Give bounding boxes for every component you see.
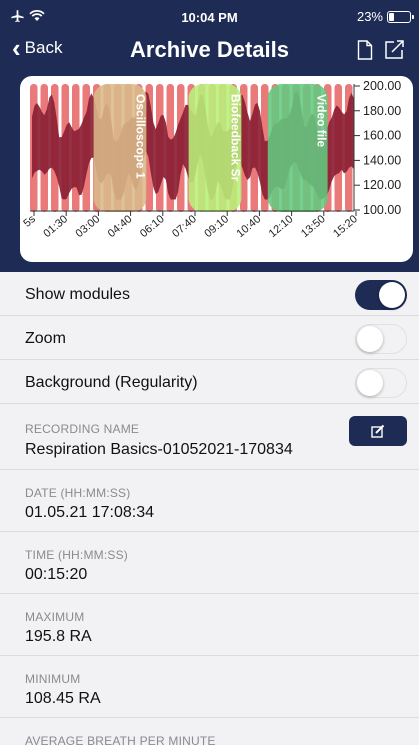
show-modules-row[interactable]: Show modules [0, 272, 419, 316]
toggle-knob [357, 370, 383, 396]
battery-icon [387, 10, 414, 23]
x-tick-label: 03:00 [74, 213, 103, 240]
maximum-caption: MAXIMUM [25, 610, 85, 624]
toggle-knob [379, 282, 405, 308]
y-tick-label: 160.00 [363, 129, 401, 143]
x-tick-label: 09:10 [202, 213, 231, 240]
minimum-value: 108.45 RA [25, 690, 101, 707]
document-icon[interactable] [357, 40, 373, 60]
x-tick-label: 01:30 [41, 213, 70, 240]
battery-fill [389, 12, 394, 21]
zoom-toggle[interactable] [355, 324, 407, 354]
edit-name-button[interactable] [349, 416, 407, 446]
date-value: 01.05.21 17:08:34 [25, 504, 155, 521]
header: 10:04 PM 23% ‹ Back Archive Details Osci… [0, 0, 419, 272]
background-row[interactable]: Background (Regularity) [0, 360, 419, 404]
y-tick-label: 140.00 [363, 153, 401, 167]
time-value: 00:15:20 [25, 566, 88, 583]
status-bar: 10:04 PM 23% [0, 0, 419, 34]
x-tick-label: 15:20 [331, 213, 360, 240]
avg-breath-field: AVERAGE BREATH PER MINUTE [0, 718, 419, 745]
x-tick-label: 13:50 [299, 213, 328, 240]
module-overlays: Oscilloscope 1 Biofeedback Sr Video file [93, 84, 329, 212]
date-caption: DATE (HH:MM:SS) [25, 486, 131, 500]
module-label: Video file [315, 94, 329, 147]
time-field: TIME (HH:MM:SS) 00:15:20 [0, 532, 419, 594]
avg-breath-caption: AVERAGE BREATH PER MINUTE [25, 734, 216, 745]
chart-svg[interactable]: Oscilloscope 1 Biofeedback Sr Video file 20… [20, 76, 413, 262]
y-tick-label: 120.00 [363, 178, 401, 192]
show-modules-label: Show modules [25, 286, 130, 303]
recording-name-caption: RECORDING NAME [25, 422, 140, 436]
y-tick-label: 180.00 [363, 104, 401, 118]
zoom-label: Zoom [25, 330, 66, 347]
minimum-caption: MINIMUM [25, 672, 81, 686]
y-tick-label: 200.00 [363, 79, 401, 93]
minimum-field: MINIMUM 108.45 RA [0, 656, 419, 718]
share-icon[interactable] [384, 40, 405, 60]
settings-list: Show modules Zoom Background (Regularity… [0, 272, 419, 745]
zoom-row[interactable]: Zoom [0, 316, 419, 360]
archive-chart[interactable]: Oscilloscope 1 Biofeedback Sr Video file 20… [20, 76, 413, 262]
recording-name-value: Respiration Basics-01052021-170834 [25, 441, 293, 458]
y-tick-label: 100.00 [363, 203, 401, 217]
date-field: DATE (HH:MM:SS) 01.05.21 17:08:34 [0, 470, 419, 532]
module-label: Oscilloscope 1 [133, 94, 147, 179]
background-label: Background (Regularity) [25, 374, 198, 391]
show-modules-toggle[interactable] [355, 280, 407, 310]
edit-icon [371, 424, 385, 438]
toggle-knob [357, 326, 383, 352]
maximum-field: MAXIMUM 195.8 RA [0, 594, 419, 656]
x-tick-label: 12:10 [267, 213, 296, 240]
module-label: Biofeedback Sr [228, 94, 242, 182]
battery-status: 23% [356, 9, 414, 24]
background-toggle[interactable] [355, 368, 407, 398]
x-tick-label: 04:40 [106, 213, 135, 240]
maximum-value: 195.8 RA [25, 628, 92, 645]
x-tick-label: 5s [21, 213, 38, 230]
battery-percent: 23% [356, 9, 383, 24]
x-tick-label: 10:40 [235, 213, 264, 240]
x-tick-label: 07:40 [170, 213, 199, 240]
x-tick-label: 06:10 [138, 213, 167, 240]
time-caption: TIME (HH:MM:SS) [25, 548, 128, 562]
recording-name-field: RECORDING NAME Respiration Basics-010520… [0, 404, 419, 470]
